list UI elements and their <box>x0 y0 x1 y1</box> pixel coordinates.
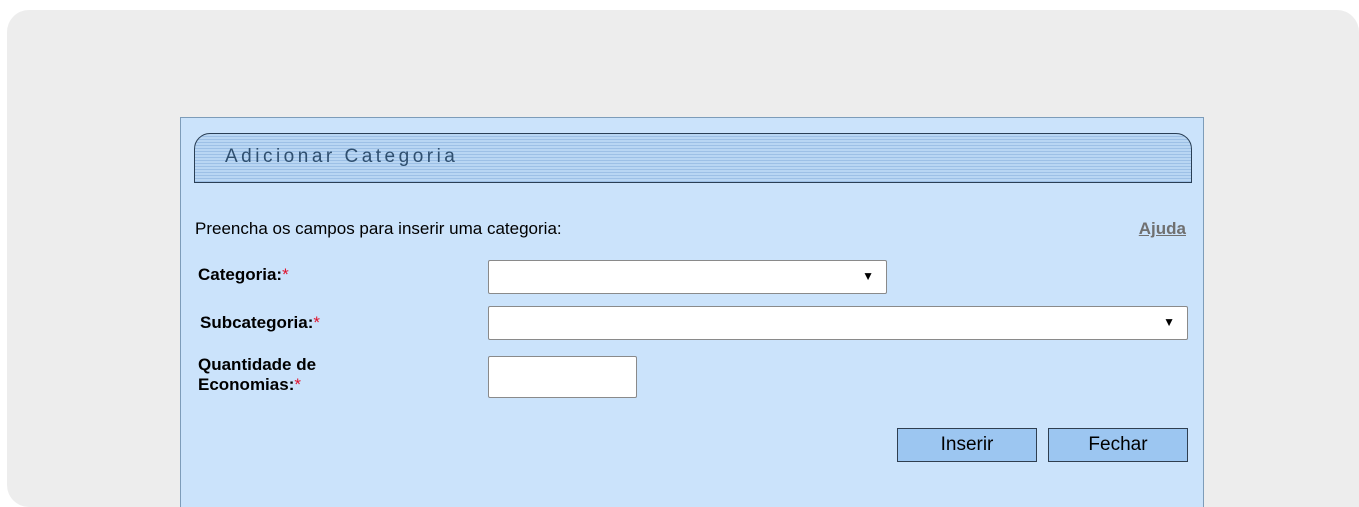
subcategoria-select[interactable]: ▼ <box>488 306 1188 340</box>
insert-button[interactable]: Inserir <box>897 428 1037 462</box>
dropdown-arrow-icon: ▼ <box>1163 315 1175 329</box>
close-button[interactable]: Fechar <box>1048 428 1188 462</box>
dialog-title: Adicionar Categoria <box>225 146 459 167</box>
required-marker: * <box>294 375 301 394</box>
required-marker: * <box>282 265 289 284</box>
required-marker: * <box>313 313 320 332</box>
help-link[interactable]: Ajuda <box>1139 219 1186 239</box>
subcategoria-label: Subcategoria:* <box>200 313 320 332</box>
add-category-dialog: Adicionar Categoria Preencha os campos p… <box>180 117 1204 507</box>
page-background: Adicionar Categoria Preencha os campos p… <box>7 10 1359 507</box>
categoria-select[interactable]: ▼ <box>488 260 887 294</box>
categoria-label: Categoria:* <box>198 265 289 284</box>
dropdown-arrow-icon: ▼ <box>862 269 874 283</box>
quantidade-label: Quantidade de Economias:* <box>198 355 317 394</box>
dialog-titlebar: Adicionar Categoria <box>194 133 1192 183</box>
instructions-text: Preencha os campos para inserir uma cate… <box>195 219 562 238</box>
quantidade-economias-input[interactable] <box>488 356 637 398</box>
